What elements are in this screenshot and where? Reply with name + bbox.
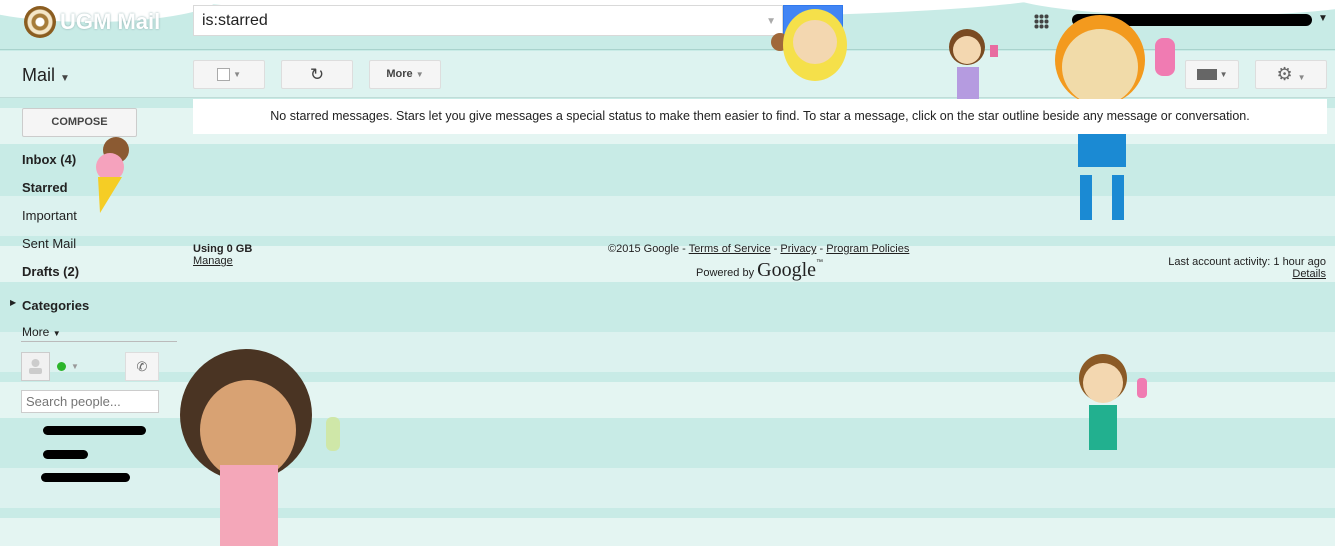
chevron-down-icon[interactable]: ▼ bbox=[71, 362, 79, 371]
sidebar-item-more[interactable]: More ▼ bbox=[22, 325, 61, 339]
status-indicator[interactable] bbox=[57, 362, 66, 371]
details-link[interactable]: Details bbox=[1168, 268, 1326, 280]
input-tools-button[interactable]: ▼ bbox=[1185, 60, 1239, 89]
call-phone-button[interactable]: ✆ bbox=[125, 352, 159, 381]
girl-illustration-icon bbox=[771, 9, 847, 81]
terms-link[interactable]: Terms of Service bbox=[689, 243, 771, 255]
girl-illustration-icon bbox=[1079, 354, 1147, 450]
checkbox-icon bbox=[217, 67, 230, 81]
search-input[interactable]: is:starred ▼ bbox=[193, 5, 783, 36]
gear-icon: ⚙ bbox=[1276, 64, 1293, 84]
refresh-button[interactable]: ↻ bbox=[281, 60, 353, 89]
settings-button[interactable]: ⚙ ▼ bbox=[1255, 60, 1327, 89]
expand-triangle-icon[interactable]: ▶ bbox=[10, 298, 16, 307]
last-activity: Last account activity: 1 hour ago Details bbox=[1168, 256, 1326, 280]
contact-redacted[interactable] bbox=[41, 473, 130, 482]
sidebar-item-sent-mail[interactable]: Sent Mail bbox=[22, 236, 76, 251]
keyboard-icon bbox=[1196, 68, 1217, 80]
chevron-down-icon: ▼ bbox=[233, 70, 241, 79]
logo[interactable]: UGM Mail bbox=[24, 6, 160, 38]
chevron-down-icon: ▼ bbox=[52, 329, 61, 338]
sidebar-item-categories[interactable]: Categories bbox=[22, 298, 89, 313]
chevron-down-icon: ▼ bbox=[60, 73, 70, 84]
ice-cream-illustration-icon bbox=[96, 137, 129, 213]
search-people-input[interactable] bbox=[21, 390, 159, 413]
mail-switcher[interactable]: Mail ▼ bbox=[22, 65, 70, 86]
divider bbox=[21, 341, 177, 342]
footer-links: ©2015 Google - Terms of Service - Privac… bbox=[608, 243, 910, 255]
girl-illustration-icon bbox=[180, 349, 340, 546]
ugm-seal-icon bbox=[24, 6, 56, 38]
refresh-icon: ↻ bbox=[309, 65, 325, 84]
phone-icon: ✆ bbox=[136, 359, 148, 374]
chevron-down-icon: ▼ bbox=[1219, 70, 1228, 79]
contact-redacted[interactable] bbox=[43, 450, 88, 459]
sidebar-item-starred[interactable]: Starred bbox=[22, 180, 68, 195]
google-logo: Google bbox=[757, 259, 817, 281]
more-actions-button[interactable]: More ▼ bbox=[369, 60, 441, 89]
contact-redacted[interactable] bbox=[43, 426, 146, 435]
empty-starred-notice: No starred messages. Stars let you give … bbox=[193, 99, 1327, 134]
chevron-down-icon: ▼ bbox=[1297, 73, 1306, 82]
avatar[interactable] bbox=[21, 352, 50, 381]
program-policies-link[interactable]: Program Policies bbox=[826, 243, 909, 255]
powered-by: Powered by Google™ bbox=[696, 259, 824, 281]
select-checkbox-button[interactable]: ▼ bbox=[193, 60, 265, 89]
privacy-link[interactable]: Privacy bbox=[780, 243, 816, 255]
account-dropdown-icon[interactable]: ▼ bbox=[1318, 13, 1328, 24]
compose-button[interactable]: COMPOSE bbox=[22, 108, 137, 137]
chevron-down-icon: ▼ bbox=[415, 70, 424, 79]
sidebar-item-drafts[interactable]: Drafts (2) bbox=[22, 264, 79, 279]
manage-storage-link[interactable]: Manage bbox=[193, 255, 233, 267]
person-icon bbox=[29, 359, 42, 374]
sidebar-item-inbox[interactable]: Inbox (4) bbox=[22, 152, 76, 167]
storage-usage: Using 0 GB bbox=[193, 243, 253, 255]
sidebar-item-important[interactable]: Important bbox=[22, 208, 77, 223]
